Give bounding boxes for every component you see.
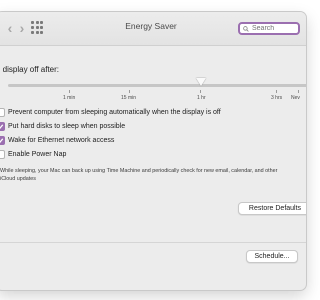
wake-ethernet-checkbox[interactable]	[0, 136, 5, 145]
title-bar: ‹ › Energy Saver	[0, 12, 306, 46]
restore-defaults-button[interactable]: Restore Defaults	[238, 202, 306, 215]
checkmark-icon	[0, 124, 4, 130]
disk-sleep-checkbox[interactable]	[0, 122, 5, 131]
power-nap-option[interactable]: Enable Power Nap	[0, 150, 66, 159]
disk-sleep-option[interactable]: Put hard disks to sleep when possible	[0, 122, 125, 131]
slider-tick	[129, 90, 130, 93]
slider-tick	[69, 90, 70, 93]
checkmark-icon	[0, 138, 4, 144]
power-nap-description: While sleeping, your Mac can back up usi…	[0, 168, 278, 182]
slider-tick	[298, 90, 299, 93]
tick-label-never: Nev	[291, 95, 300, 101]
energy-saver-window: ‹ › Energy Saver n display off after: 1 …	[0, 12, 306, 290]
prevent-sleep-checkbox[interactable]	[0, 108, 5, 117]
slider-tick	[276, 90, 277, 93]
tick-label-1min: 1 min	[63, 95, 76, 101]
prevent-sleep-label: Prevent computer from sleeping automatic…	[8, 109, 221, 116]
prevent-sleep-option[interactable]: Prevent computer from sleeping automatic…	[0, 108, 221, 117]
wake-ethernet-option[interactable]: Wake for Ethernet network access	[0, 136, 114, 145]
tick-label-15min: 15 min	[121, 95, 137, 101]
display-sleep-slider-thumb[interactable]	[196, 78, 206, 86]
power-nap-checkbox[interactable]	[0, 150, 5, 159]
tick-label-1hr: 1 hr	[197, 95, 206, 101]
disk-sleep-label: Put hard disks to sleep when possible	[8, 123, 126, 130]
display-off-label: n display off after:	[0, 65, 59, 74]
search-field[interactable]	[238, 22, 300, 35]
power-nap-label: Enable Power Nap	[8, 151, 67, 158]
slider-tick	[200, 90, 201, 93]
section-divider	[0, 242, 306, 243]
schedule-button[interactable]: Schedule...	[246, 250, 298, 263]
search-input[interactable]	[249, 25, 296, 32]
display-sleep-slider-track[interactable]	[8, 84, 306, 87]
wake-ethernet-label: Wake for Ethernet network access	[8, 137, 115, 144]
tick-label-3hrs: 3 hrs	[271, 95, 283, 101]
